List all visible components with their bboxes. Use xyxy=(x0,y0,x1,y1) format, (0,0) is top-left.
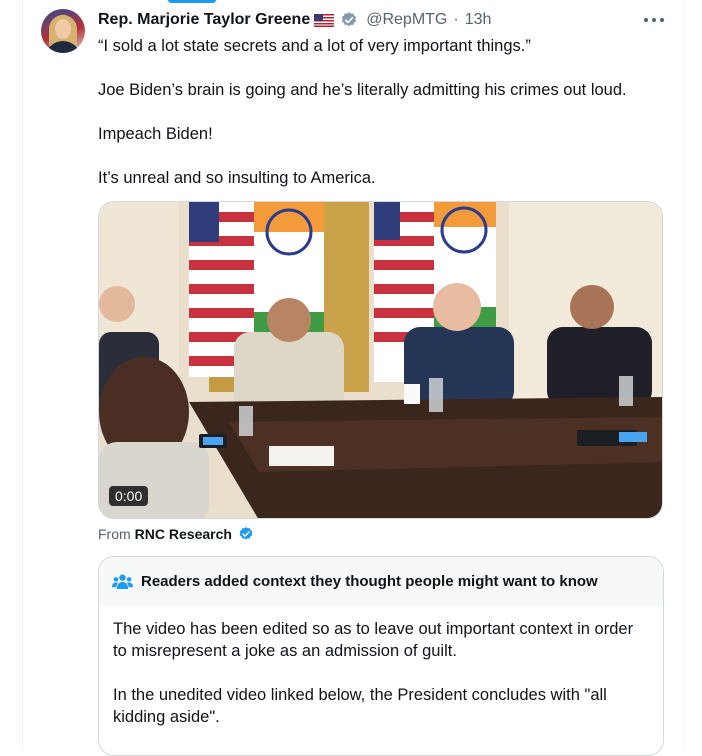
more-icon[interactable] xyxy=(644,14,664,26)
verified-badge-icon xyxy=(342,12,357,27)
community-note-paragraph: In the unedited video linked below, the … xyxy=(113,686,607,726)
author-handle[interactable]: @RepMTG xyxy=(366,11,447,29)
tweet-header: Rep. Marjorie Taylor Greene @RepMTG · 13… xyxy=(98,9,491,31)
tweet-text-line: Joe Biden’s brain is going and he’s lite… xyxy=(98,81,627,99)
tweet-text-line: It’s unreal and so insulting to America. xyxy=(98,169,376,187)
author-avatar[interactable] xyxy=(41,9,85,53)
video-thumbnail xyxy=(99,202,662,518)
source-account-link[interactable]: RNC Research xyxy=(135,526,232,542)
video-duration: 0:00 xyxy=(109,486,149,506)
community-note[interactable]: Readers added context they thought peopl… xyxy=(98,556,664,756)
tweet-text-line: Impeach Biden! xyxy=(98,125,213,143)
separator-dot: · xyxy=(453,11,459,28)
us-flag-icon xyxy=(314,13,335,27)
community-note-body: The video has been edited so as to leave… xyxy=(99,606,663,728)
verified-badge-icon xyxy=(239,527,253,540)
video-player[interactable]: 0:00 xyxy=(98,201,663,519)
community-note-paragraph: The video has been edited so as to leave… xyxy=(113,620,634,660)
people-icon xyxy=(112,573,133,589)
post-timestamp[interactable]: 13h xyxy=(465,11,492,29)
community-note-title: Readers added context they thought peopl… xyxy=(141,573,598,590)
community-note-header: Readers added context they thought peopl… xyxy=(99,557,663,606)
media-source: From RNC Research xyxy=(98,524,254,544)
source-prefix: From xyxy=(98,526,131,542)
tweet-text-line: “I sold a lot state secrets and a lot of… xyxy=(98,37,531,55)
author-display-name[interactable]: Rep. Marjorie Taylor Greene xyxy=(98,11,310,29)
tab-indicator xyxy=(168,0,216,3)
